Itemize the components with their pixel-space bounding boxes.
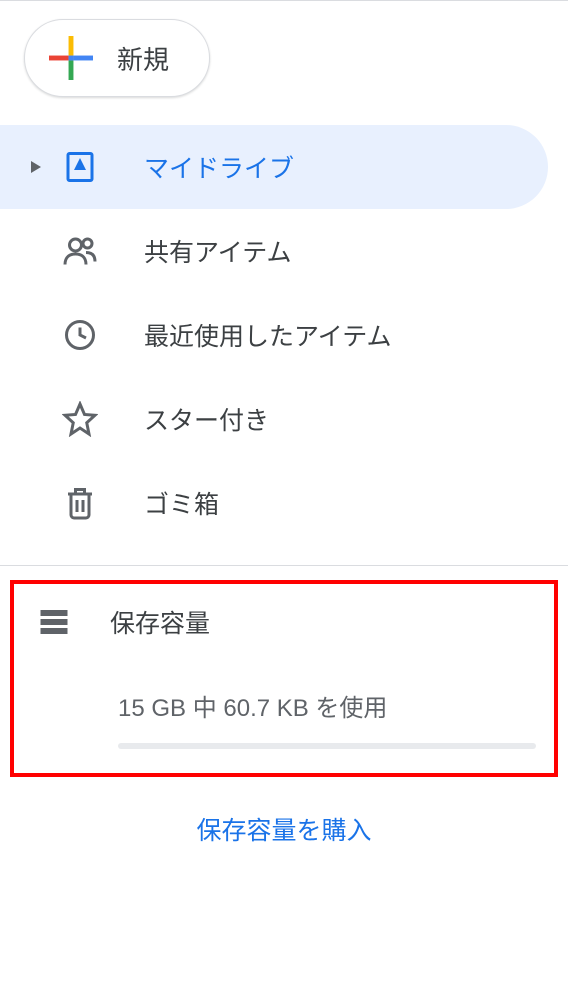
nav-item-trash[interactable]: ゴミ箱 xyxy=(0,461,568,545)
storage-progress-bar xyxy=(118,743,536,749)
storage-section: 保存容量 15 GB 中 60.7 KB を使用 xyxy=(10,580,558,777)
sidebar-nav: マイドライブ 共有アイテム 最近使用したアイテム xyxy=(0,125,568,545)
storage-usage-text: 15 GB 中 60.7 KB を使用 xyxy=(118,688,554,723)
storage-icon xyxy=(34,602,74,642)
people-icon xyxy=(60,231,100,271)
nav-item-starred[interactable]: スター付き xyxy=(0,377,568,461)
storage-header[interactable]: 保存容量 xyxy=(18,602,554,642)
nav-label: マイドライブ xyxy=(144,149,294,185)
star-icon xyxy=(60,399,100,439)
nav-item-recent[interactable]: 最近使用したアイテム xyxy=(0,293,568,377)
divider xyxy=(0,565,568,566)
trash-icon xyxy=(60,483,100,523)
nav-label: 最近使用したアイテム xyxy=(144,317,392,353)
buy-storage-container: 保存容量を購入 xyxy=(0,811,568,847)
nav-item-shared[interactable]: 共有アイテム xyxy=(0,209,568,293)
new-button[interactable]: 新規 xyxy=(24,19,210,97)
plus-icon xyxy=(49,36,93,80)
nav-label: 共有アイテム xyxy=(144,233,292,269)
nav-item-my-drive[interactable]: マイドライブ xyxy=(0,125,548,209)
expand-triangle-icon[interactable] xyxy=(28,161,44,173)
nav-label: ゴミ箱 xyxy=(144,485,219,521)
storage-label: 保存容量 xyxy=(110,604,210,640)
nav-label: スター付き xyxy=(144,401,269,437)
drive-icon xyxy=(60,147,100,187)
clock-icon xyxy=(60,315,100,355)
buy-storage-link[interactable]: 保存容量を購入 xyxy=(196,817,371,845)
new-button-label: 新規 xyxy=(117,40,169,77)
